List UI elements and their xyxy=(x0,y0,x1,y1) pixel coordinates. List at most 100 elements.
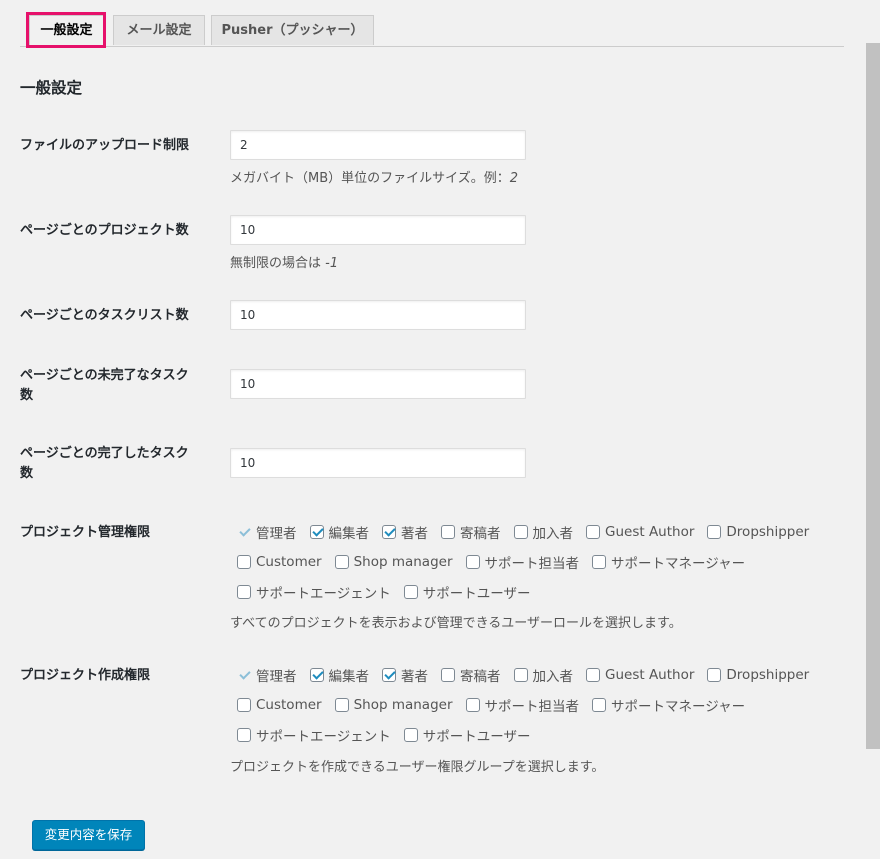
incomplete-tasks-per-page-input[interactable]: 10 xyxy=(230,369,526,399)
role-label: Dropshipper xyxy=(726,667,810,683)
checkbox[interactable] xyxy=(237,525,251,539)
role-label: 編集者 xyxy=(328,526,370,542)
tab-email[interactable]: メール設定 xyxy=(113,15,205,45)
scrollbar[interactable] xyxy=(866,43,880,749)
checkbox[interactable] xyxy=(309,668,324,682)
upload-limit-desc-text: メガバイト（MB）単位のファイルサイズ。例： xyxy=(230,171,510,186)
checkbox[interactable] xyxy=(309,525,324,539)
page-title: 一般設定 xyxy=(20,79,83,97)
role-option[interactable]: サポートマネージャー xyxy=(592,695,745,715)
project-create-row-3: サポートエージェント サポートユーザー xyxy=(237,725,543,745)
role-label: Dropshipper xyxy=(726,524,810,540)
role-option[interactable]: サポートエージェント xyxy=(237,582,391,602)
role-option[interactable]: 加入者 xyxy=(513,522,573,542)
checkbox[interactable] xyxy=(382,668,396,682)
checkbox[interactable] xyxy=(707,668,722,682)
checkbox[interactable] xyxy=(403,585,418,599)
role-label: サポートマネージャー xyxy=(611,699,746,715)
checkbox[interactable] xyxy=(465,698,480,712)
upload-limit-input[interactable]: 2 xyxy=(230,130,526,160)
role-label: Shop manager xyxy=(353,554,453,570)
checkbox[interactable] xyxy=(441,525,455,539)
checkbox[interactable] xyxy=(403,728,418,742)
role-label: Customer xyxy=(256,697,322,713)
upload-limit-description: メガバイト（MB）単位のファイルサイズ。例：2 xyxy=(230,167,518,186)
checkbox[interactable] xyxy=(237,728,251,742)
role-label: サポート担当者 xyxy=(484,556,580,572)
role-option[interactable]: サポートマネージャー xyxy=(592,552,745,572)
save-changes-button[interactable]: 変更内容を保存 xyxy=(32,820,145,850)
checkbox[interactable] xyxy=(441,668,455,682)
role-option[interactable]: サポートユーザー xyxy=(403,582,531,602)
role-label: サポートエージェント xyxy=(256,729,391,745)
projects-per-page-desc-text: 無制限の場合は xyxy=(230,256,326,271)
projects-per-page-desc-example: -1 xyxy=(325,256,339,271)
role-label: サポートユーザー xyxy=(422,729,531,745)
checkbox[interactable] xyxy=(592,555,607,569)
checkbox[interactable] xyxy=(237,668,251,682)
checkbox[interactable] xyxy=(237,585,251,599)
projects-per-page-label: ページごとのプロジェクト数 xyxy=(20,223,189,238)
role-option[interactable]: 加入者 xyxy=(513,665,573,685)
role-label: 寄稿者 xyxy=(460,526,501,542)
role-option[interactable]: 寄稿者 xyxy=(441,665,501,685)
checkbox[interactable] xyxy=(334,555,349,569)
role-label: 編集者 xyxy=(328,669,370,685)
project-manage-label: プロジェクト管理権限 xyxy=(20,525,151,540)
checkbox[interactable] xyxy=(334,698,349,712)
role-option[interactable]: 編集者 xyxy=(309,522,370,542)
project-manage-row-1: 管理者 編集者 著者 寄稿者 加入者 Guest Author Dropship… xyxy=(237,522,822,542)
role-option[interactable]: Shop manager xyxy=(334,697,453,713)
role-option[interactable]: Guest Author xyxy=(586,524,694,540)
role-label: Guest Author xyxy=(605,667,695,683)
role-label: サポートエージェント xyxy=(256,586,391,602)
completed-tasks-per-page-input[interactable]: 10 xyxy=(230,448,526,478)
role-option[interactable]: Customer xyxy=(237,554,322,570)
completed-tasks-label-line1: ページごとの完了したタスク xyxy=(20,446,189,461)
role-option[interactable]: Dropshipper xyxy=(707,667,809,683)
role-option[interactable]: Dropshipper xyxy=(707,524,809,540)
incomplete-tasks-label-line1: ページごとの未完了なタスク xyxy=(20,368,189,383)
role-label: 寄稿者 xyxy=(460,669,501,685)
role-option[interactable]: 寄稿者 xyxy=(441,522,501,542)
upload-limit-desc-example: 2 xyxy=(509,171,519,186)
role-option[interactable]: 著者 xyxy=(382,665,428,685)
role-option[interactable]: サポートエージェント xyxy=(237,725,391,745)
projects-per-page-input[interactable]: 10 xyxy=(230,215,526,245)
tasklists-per-page-input[interactable]: 10 xyxy=(230,300,526,330)
role-label: サポートユーザー xyxy=(422,586,531,602)
tasklists-per-page-label: ページごとのタスクリスト数 xyxy=(20,308,189,323)
role-option[interactable]: サポートユーザー xyxy=(403,725,531,745)
checkbox[interactable] xyxy=(465,555,480,569)
role-option[interactable]: サポート担当者 xyxy=(465,695,579,715)
project-create-row-1: 管理者 編集者 著者 寄稿者 加入者 Guest Author Dropship… xyxy=(237,665,822,685)
checkbox[interactable] xyxy=(707,525,722,539)
role-option[interactable]: Shop manager xyxy=(334,554,453,570)
role-label: Guest Author xyxy=(605,524,695,540)
role-option[interactable]: Guest Author xyxy=(586,667,694,683)
checkbox[interactable] xyxy=(586,668,600,682)
checkbox[interactable] xyxy=(513,668,528,682)
project-create-description: プロジェクトを作成できるユーザー権限グループを選択します。 xyxy=(230,760,605,775)
role-label: 管理者 xyxy=(256,526,297,542)
checkbox[interactable] xyxy=(382,525,396,539)
incomplete-tasks-label-line2: 数 xyxy=(20,388,34,403)
completed-tasks-per-page-label: ページごとの完了したタスク 数 xyxy=(20,444,215,484)
checkbox[interactable] xyxy=(586,525,600,539)
role-option[interactable]: 著者 xyxy=(382,522,428,542)
role-option[interactable]: 編集者 xyxy=(309,665,370,685)
checkbox[interactable] xyxy=(513,525,528,539)
project-create-row-2: Customer Shop manager サポート担当者 サポートマネージャー xyxy=(237,695,758,715)
role-option[interactable]: 管理者 xyxy=(237,665,297,685)
checkbox[interactable] xyxy=(592,698,607,712)
project-manage-row-3: サポートエージェント サポートユーザー xyxy=(237,582,543,602)
role-option[interactable]: 管理者 xyxy=(237,522,297,542)
checkbox[interactable] xyxy=(237,698,251,712)
project-create-label: プロジェクト作成権限 xyxy=(20,668,151,683)
checkbox[interactable] xyxy=(237,555,251,569)
role-option[interactable]: Customer xyxy=(237,697,322,713)
tabs-divider xyxy=(20,46,844,47)
project-manage-row-2: Customer Shop manager サポート担当者 サポートマネージャー xyxy=(237,552,758,572)
role-option[interactable]: サポート担当者 xyxy=(465,552,580,572)
tab-pusher[interactable]: Pusher（プッシャー） xyxy=(211,15,374,45)
